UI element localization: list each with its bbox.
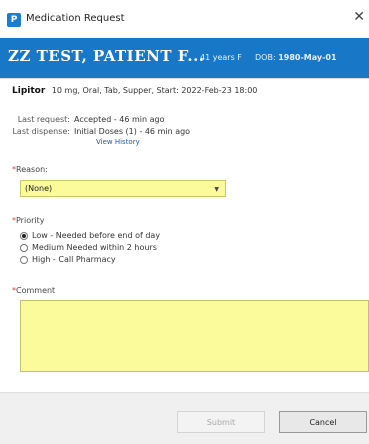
- priority-label: *Priority: [12, 216, 44, 225]
- priority-option-label: High - Call Pharmacy: [32, 255, 116, 264]
- last-request-label: Last request:: [17, 115, 70, 124]
- radio-high[interactable]: [20, 255, 28, 264]
- comment-label-text: Comment: [16, 286, 56, 295]
- reason-selected-value: (None): [25, 184, 53, 193]
- medication-name: Lipitor: [12, 86, 46, 96]
- dialog-footer: Submit Cancel: [0, 392, 369, 444]
- priority-option-label: Medium Needed within 2 hours: [32, 243, 157, 252]
- reason-label-text: Reason:: [16, 165, 48, 174]
- dob-label: DOB:: [255, 53, 276, 62]
- medication-line: Lipitor 10 mg, Oral, Tab, Supper, Start:…: [12, 86, 257, 96]
- priority-label-text: Priority: [16, 216, 45, 225]
- priority-option-medium[interactable]: Medium Needed within 2 hours: [20, 243, 157, 252]
- view-history-link[interactable]: View History: [96, 138, 140, 146]
- last-request-value: Accepted - 46 min ago: [74, 115, 165, 124]
- cancel-button[interactable]: Cancel: [279, 411, 367, 433]
- window-titlebar: P Medication Request ✕: [0, 0, 369, 38]
- app-icon: P: [7, 13, 21, 27]
- request-history: Last request: Accepted - 46 min ago Last …: [12, 114, 190, 138]
- dob-value: 1980-May-01: [278, 53, 337, 62]
- radio-medium[interactable]: [20, 243, 28, 252]
- medication-details: 10 mg, Oral, Tab, Supper, Start: 2022-Fe…: [51, 86, 258, 95]
- last-dispense-value: Initial Doses (1) - 46 min ago: [74, 127, 191, 136]
- priority-option-low[interactable]: Low - Needed before end of day: [20, 231, 160, 240]
- patient-banner: ZZ TEST, PATIENT F... 41 years F DOB: 19…: [0, 38, 369, 78]
- banner-divider: [0, 78, 369, 79]
- patient-name: ZZ TEST, PATIENT F...: [8, 47, 205, 65]
- last-request-row: Last request: Accepted - 46 min ago: [12, 114, 190, 126]
- close-icon[interactable]: ✕: [353, 9, 365, 25]
- chevron-down-icon: ▼: [214, 186, 219, 193]
- priority-option-label: Low - Needed before end of day: [32, 231, 161, 240]
- radio-low[interactable]: [20, 231, 28, 240]
- priority-option-high[interactable]: High - Call Pharmacy: [20, 255, 116, 264]
- window-title: Medication Request: [26, 13, 125, 24]
- patient-age-sex: 41 years F: [200, 53, 242, 62]
- comment-textarea[interactable]: [20, 300, 369, 372]
- submit-button[interactable]: Submit: [177, 411, 265, 433]
- reason-dropdown[interactable]: (None) ▼: [20, 180, 226, 197]
- reason-label: *Reason:: [12, 165, 48, 174]
- last-dispense-label: Last dispense:: [12, 127, 70, 136]
- patient-dob: DOB: 1980-May-01: [255, 53, 337, 62]
- last-dispense-row: Last dispense: Initial Doses (1) - 46 min…: [12, 126, 190, 138]
- comment-label: *Comment: [12, 286, 55, 295]
